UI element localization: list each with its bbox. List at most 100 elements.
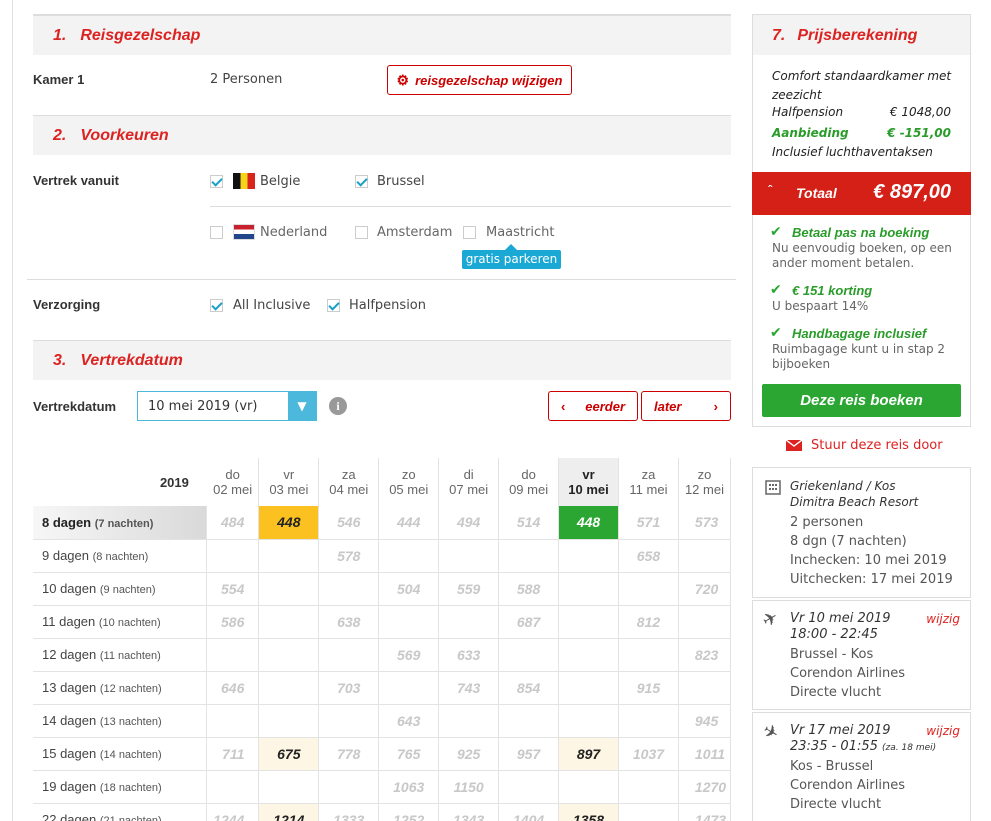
price-cell[interactable]: 897 xyxy=(558,737,619,771)
price-cell[interactable]: 633 xyxy=(438,638,500,672)
duration-label[interactable]: 13 dagen (12 nachten) xyxy=(33,671,208,705)
duration-label[interactable]: 22 dagen (21 nachten) xyxy=(33,803,208,821)
price-cell xyxy=(678,605,732,639)
calendar-column-header[interactable]: do 02 mei xyxy=(206,458,260,506)
info-icon[interactable]: i xyxy=(329,397,347,415)
price-cell[interactable]: 1011 xyxy=(678,737,732,771)
price-cell[interactable]: 711 xyxy=(206,737,260,771)
checkbox-nederland[interactable] xyxy=(210,226,223,239)
flight-change-link[interactable]: wijzig xyxy=(926,612,960,626)
price-cell[interactable]: 559 xyxy=(438,572,500,606)
price-cell[interactable]: 514 xyxy=(498,506,560,540)
price-cell[interactable]: 484 xyxy=(206,506,260,540)
board-all-inclusive[interactable]: All Inclusive xyxy=(233,298,310,313)
board-price-value: € 1048,00 xyxy=(889,105,951,119)
duration-label[interactable]: 10 dagen (9 nachten) xyxy=(33,572,208,606)
duration-label[interactable]: 11 dagen (10 nachten) xyxy=(33,605,208,639)
price-cell[interactable]: 854 xyxy=(498,671,560,705)
calendar-column-header[interactable]: vr 10 mei xyxy=(558,458,619,506)
duration-label[interactable]: 8 dagen (7 nachten) xyxy=(33,506,208,540)
price-cell[interactable]: 578 xyxy=(318,539,380,573)
calendar-column-header[interactable]: za 11 mei xyxy=(618,458,679,506)
price-cell[interactable]: 588 xyxy=(498,572,560,606)
duration-label[interactable]: 12 dagen (11 nachten) xyxy=(33,638,208,672)
price-cell[interactable]: 569 xyxy=(378,638,440,672)
price-cell[interactable]: 586 xyxy=(206,605,260,639)
price-cell[interactable]: 546 xyxy=(318,506,380,540)
price-cell[interactable]: 1252 xyxy=(378,803,440,821)
price-cell[interactable]: 945 xyxy=(678,704,732,738)
price-cell[interactable]: 720 xyxy=(678,572,732,606)
duration-label[interactable]: 15 dagen (14 nachten) xyxy=(33,737,208,771)
price-cell[interactable]: 646 xyxy=(206,671,260,705)
price-cell[interactable]: 1333 xyxy=(318,803,380,821)
airport-amsterdam[interactable]: Amsterdam xyxy=(377,225,452,240)
price-cell[interactable]: 925 xyxy=(438,737,500,771)
duration-days: 11 dagen xyxy=(42,614,96,629)
price-cell[interactable]: 448 xyxy=(558,506,619,540)
calendar-row: 9 dagen (8 nachten) 578 658 xyxy=(33,539,732,573)
calendar-column-header[interactable]: do 09 mei xyxy=(498,458,560,506)
calendar-column-header[interactable]: za 04 mei xyxy=(318,458,380,506)
price-cell[interactable]: 494 xyxy=(438,506,500,540)
checkbox-halfpension[interactable] xyxy=(327,299,340,312)
price-cell[interactable]: 658 xyxy=(618,539,679,573)
book-trip-button[interactable]: Deze reis boeken xyxy=(762,384,961,417)
price-cell[interactable]: 444 xyxy=(378,506,440,540)
airport-brussel[interactable]: Brussel xyxy=(377,174,425,189)
calendar-column-header[interactable]: zo 05 mei xyxy=(378,458,440,506)
price-cell[interactable]: 504 xyxy=(378,572,440,606)
calendar-column-header[interactable]: zo 12 mei xyxy=(678,458,732,506)
country-belgie[interactable]: Belgie xyxy=(260,174,300,189)
price-cell[interactable]: 643 xyxy=(378,704,440,738)
change-party-button[interactable]: ⚙ reisgezelschap wijzigen xyxy=(387,65,572,95)
checkbox-belgie[interactable] xyxy=(210,175,223,188)
airport-maastricht[interactable]: Maastricht xyxy=(486,225,554,240)
price-cell[interactable]: 743 xyxy=(438,671,500,705)
price-cell[interactable]: 1270 xyxy=(678,770,732,804)
calendar-column-header[interactable]: vr 03 mei xyxy=(258,458,320,506)
flight-change-link[interactable]: wijzig xyxy=(926,724,960,738)
flight-route: Brussel - Kos xyxy=(790,647,874,662)
flight-time: 18:00 - 22:45 xyxy=(790,627,878,642)
checkbox-maastricht[interactable] xyxy=(463,226,476,239)
price-cell[interactable]: 1037 xyxy=(618,737,679,771)
price-cell[interactable]: 638 xyxy=(318,605,380,639)
price-cell[interactable]: 1404 xyxy=(498,803,560,821)
earlier-button[interactable]: ‹ eerder xyxy=(548,391,638,421)
price-cell[interactable]: 778 xyxy=(318,737,380,771)
duration-label[interactable]: 14 dagen (13 nachten) xyxy=(33,704,208,738)
price-cell[interactable]: 915 xyxy=(618,671,679,705)
chevron-down-icon: ▼ xyxy=(288,392,316,420)
price-cell[interactable]: 765 xyxy=(378,737,440,771)
price-cell[interactable]: 812 xyxy=(618,605,679,639)
price-cell[interactable]: 448 xyxy=(258,506,320,540)
checkbox-brussel[interactable] xyxy=(355,175,368,188)
checkbox-amsterdam[interactable] xyxy=(355,226,368,239)
duration-label[interactable]: 9 dagen (8 nachten) xyxy=(33,539,208,573)
duration-label[interactable]: 19 dagen (18 nachten) xyxy=(33,770,208,804)
departure-date-select[interactable]: 10 mei 2019 (vr) ▼ xyxy=(137,391,317,421)
price-cell[interactable]: 957 xyxy=(498,737,560,771)
price-cell[interactable]: 1063 xyxy=(378,770,440,804)
price-cell[interactable]: 1244 xyxy=(206,803,260,821)
price-cell[interactable]: 1473 xyxy=(678,803,732,821)
price-cell[interactable]: 703 xyxy=(318,671,380,705)
price-cell[interactable]: 675 xyxy=(258,737,320,771)
price-cell[interactable]: 573 xyxy=(678,506,732,540)
board-halfpension[interactable]: Halfpension xyxy=(349,298,426,313)
price-cell[interactable]: 1343 xyxy=(438,803,500,821)
calendar-column-header[interactable]: di 07 mei xyxy=(438,458,500,506)
price-cell[interactable]: 687 xyxy=(498,605,560,639)
price-cell[interactable]: 554 xyxy=(206,572,260,606)
price-cell[interactable]: 1214 xyxy=(258,803,320,821)
price-cell[interactable]: 571 xyxy=(618,506,679,540)
checkbox-all-inclusive[interactable] xyxy=(210,299,223,312)
country-nederland[interactable]: Nederland xyxy=(260,225,327,240)
price-cell[interactable]: 1358 xyxy=(558,803,619,821)
share-trip-link[interactable]: Stuur deze reis door xyxy=(786,438,943,453)
price-cell[interactable]: 823 xyxy=(678,638,732,672)
later-button[interactable]: later › xyxy=(641,391,731,421)
price-cell[interactable]: 1150 xyxy=(438,770,500,804)
total-bar[interactable]: ˆ Totaal € 897,00 xyxy=(752,172,971,215)
